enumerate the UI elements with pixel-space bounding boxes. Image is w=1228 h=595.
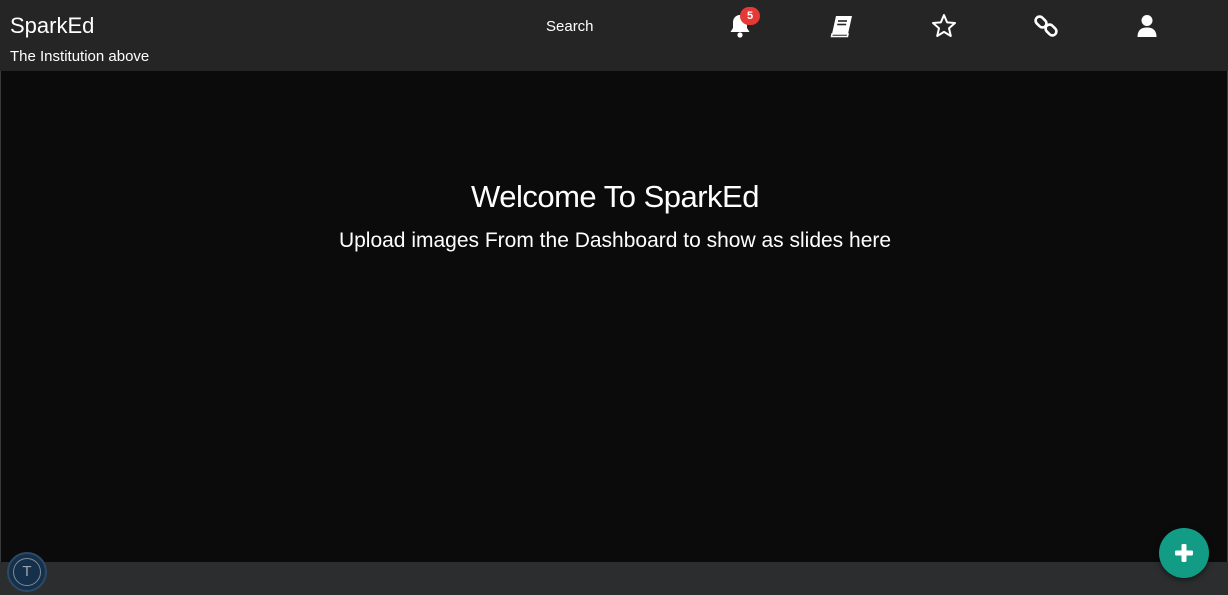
courses-button[interactable] <box>828 12 856 40</box>
brand-title[interactable]: SparkEd <box>10 12 94 40</box>
welcome-message: Upload images From the Dashboard to show… <box>338 229 892 252</box>
avatar-letter: T <box>13 558 41 586</box>
footer-bar <box>0 562 1228 595</box>
star-icon <box>932 14 956 37</box>
slides-area: Welcome To SparkEd Upload images From th… <box>0 71 1228 562</box>
book-icon <box>830 16 852 38</box>
notification-count-badge: 5 <box>740 7 760 25</box>
top-navbar: SparkEd The Institution above Search 5 <box>0 0 1228 71</box>
welcome-heading: Welcome To SparkEd <box>471 179 759 214</box>
user-icon <box>1137 15 1157 37</box>
search-link[interactable]: Search <box>546 18 594 36</box>
add-button[interactable] <box>1159 528 1209 578</box>
favorites-button[interactable] <box>930 12 958 40</box>
links-button[interactable] <box>1032 12 1060 40</box>
institution-subtitle: The Institution above <box>10 48 150 65</box>
link-icon <box>1034 15 1058 37</box>
user-avatar-button[interactable]: T <box>7 552 47 592</box>
profile-button[interactable] <box>1133 12 1161 40</box>
plus-icon <box>1175 544 1193 562</box>
